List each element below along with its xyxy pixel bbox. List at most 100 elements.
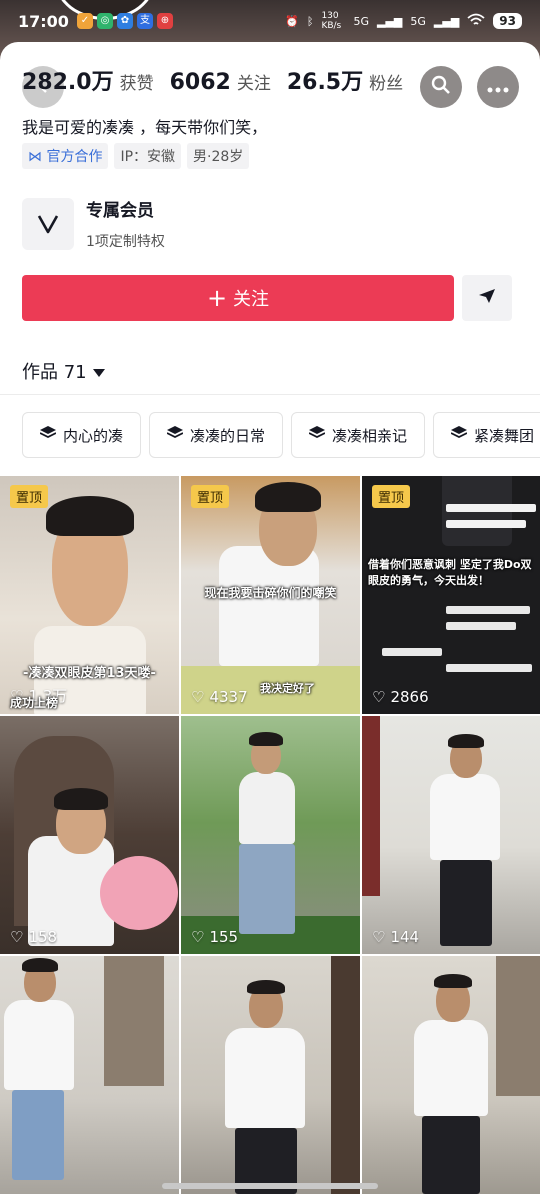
video-thumbnail[interactable]: 置顶 现在我要击碎你们的嘲笑 我决定好了 ♡ 4337 [181,476,360,714]
chat-bubble [446,664,532,672]
video-thumbnail[interactable]: 置顶 借着你们恶意讽刺 坚定了我Do双眼皮的勇气，今天出发！ ♡ 2866 [362,476,540,714]
followers-label[interactable]: 粉丝 [369,69,403,94]
share-button[interactable] [462,275,512,321]
video-grid: 置顶 -凑凑双眼皮第13天喽- ♡ 1.3万 成功上榜 置顶 现在我要击碎你们的… [0,476,540,1200]
likes-label: 获赞 [119,74,154,94]
follow-label: 关注 [233,289,270,310]
likes-count: 144 [390,928,420,946]
video-thumbnail[interactable]: 置顶 -凑凑双眼皮第13天喽- ♡ 1.3万 成功上榜 [0,476,179,714]
heart-icon: ♡ [191,688,205,706]
collection-label: 紧凑舞团 [474,426,535,445]
signal-label: 5G [353,14,369,28]
ip-location-tag: IP：安徽 [114,143,182,169]
likes-count: 2866 [390,688,429,706]
app-notification-icon: ◎ [96,13,113,29]
app-notification-icon: 支 [136,13,153,29]
chat-bubble [382,648,442,656]
collection-label: 内心的凑 [63,426,124,445]
tag-label: 官方合作 [46,149,103,165]
signal-bars-icon: ▂▄▆ [376,14,403,28]
collection-stack-icon [166,426,184,444]
likes-count: 155 [209,928,239,946]
profile-stats: 282.0万 获赞 6062 关注 26.5万 粉丝 [22,64,419,96]
video-thumbnail[interactable] [181,956,360,1194]
collection-stack-icon [39,426,57,444]
likes-count: 4337 [209,688,248,706]
collection-label: 凑凑相亲记 [332,426,408,445]
chat-bubble [446,520,526,528]
member-v-icon [22,197,74,250]
followers-count[interactable]: 26.5万 [287,64,363,96]
signal-bars-icon: ▂▄▆ [433,14,460,28]
chat-bubble [446,504,536,512]
wifi-icon [467,13,485,30]
collection-chip[interactable]: 凑凑相亲记 [291,412,426,458]
bluetooth-icon: ᛒ [306,14,314,28]
dropdown-caret-icon [92,361,105,382]
following-label[interactable]: 关注 [237,69,271,94]
member-title: 专属会员 [86,201,154,221]
collection-label: 凑凑的日常 [190,426,266,445]
works-tab[interactable]: 作品 71 [22,358,105,384]
video-thumbnail[interactable]: ♡ 155 [181,716,360,954]
app-notification-icon: ✿ [116,13,133,29]
alarm-icon: ⏰ [285,14,299,28]
gender-age-tag: 男·28岁 [187,143,250,169]
video-caption: 现在我要击碎你们的嘲笑 [204,586,337,600]
video-likes: ♡ 144 [372,928,419,946]
collection-stack-icon [450,426,468,444]
official-badge-icon: ⋈ [28,149,42,165]
video-thumbnail[interactable]: ♡ 144 [362,716,540,954]
app-notification-icon: ✓ [76,13,93,29]
video-thumbnail[interactable] [362,956,540,1194]
search-button[interactable] [420,66,462,108]
exclusive-member-entry[interactable]: 专属会员 1项定制特权 [22,196,165,251]
likes-count: 158 [28,928,58,946]
profile-tags: ⋈ 官方合作 IP：安徽 男·28岁 [22,143,250,169]
video-bottom-caption: 成功上榜 [10,696,59,710]
divider [0,394,540,395]
collections-row: 内心的凑 凑凑的日常 凑凑相亲记 紧凑舞团 [22,412,540,458]
collection-chip[interactable]: 内心的凑 [22,412,142,458]
video-likes: ♡ 4337 [191,688,248,706]
status-bar: 17:00 ✓ ◎ ✿ 支 ⊕ ⏰ ᛒ 130 KB/s 5G ▂▄▆ 5G ▂… [0,0,540,42]
video-caption: 借着你们恶意讽刺 坚定了我Do双眼皮的勇气，今天出发！ [368,558,532,587]
follow-button[interactable]: + 关注 [22,275,454,321]
chat-bubble [446,606,530,614]
official-cooperation-tag[interactable]: ⋈ 官方合作 [22,143,109,169]
following-count[interactable]: 6062 [170,70,231,95]
more-icon [487,78,509,97]
window-bars [496,956,540,1096]
collection-stack-icon [308,426,326,444]
video-caption: -凑凑双眼皮第13天喽- [23,666,156,681]
more-button[interactable] [477,66,519,108]
pinned-badge: 置顶 [372,485,411,508]
pinned-badge: 置顶 [191,485,230,508]
signal-label: 5G [410,14,426,28]
collection-chip[interactable]: 凑凑的日常 [149,412,284,458]
share-arrow-icon [478,288,496,308]
video-thumbnail[interactable]: ♡ 158 [0,716,179,954]
search-icon [431,75,451,99]
door-frame [362,716,380,896]
plus-icon: + [206,284,228,312]
video-likes: ♡ 158 [10,928,57,946]
status-indicators: ⏰ ᛒ 130 KB/s 5G ▂▄▆ 5G ▂▄▆ 93 [285,11,522,31]
heart-icon: ♡ [372,928,386,946]
pig-balloon [100,856,178,930]
heart-icon: ♡ [191,928,205,946]
app-notification-icon: ⊕ [156,13,173,29]
status-time: 17:00 [18,11,69,31]
home-indicator[interactable] [162,1183,378,1189]
video-thumbnail[interactable] [0,956,179,1194]
heart-icon: ♡ [10,928,24,946]
member-subtitle: 1项定制特权 [86,234,165,250]
likes-count: 282.0万 [22,70,114,95]
collection-chip[interactable]: 紧凑舞团 [433,412,540,458]
door-frame [331,956,360,1194]
window-bars [104,956,164,1086]
works-label: 作品 71 [22,362,87,383]
video-likes: ♡ 155 [191,928,238,946]
profile-bio: 我是可爱的凑凑 ，每天带你们笑， [22,118,268,137]
network-speed: 130 KB/s [321,11,342,31]
